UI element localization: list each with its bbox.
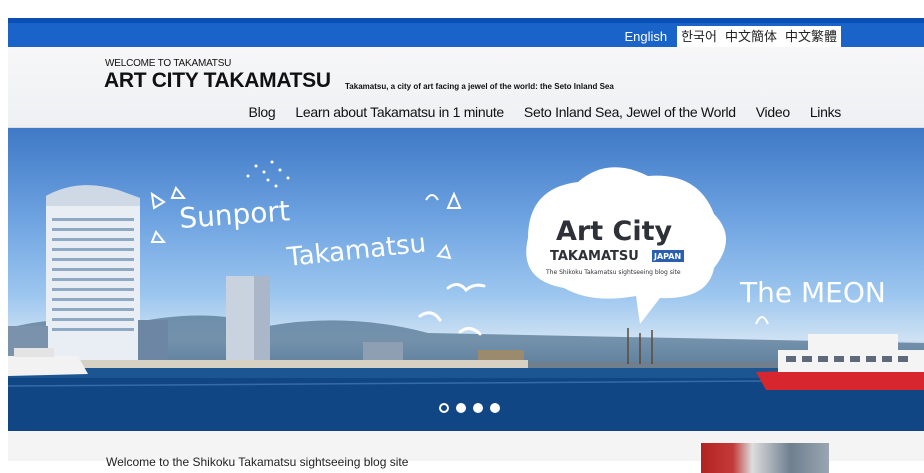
slide-dot-2[interactable]	[456, 403, 466, 413]
language-bar: English 한국어 中文簡体 中文繁體	[8, 18, 924, 48]
nav-video[interactable]: Video	[756, 104, 790, 120]
logo-subtitle: The Shikoku Takamatsu sightseeing blog s…	[545, 269, 681, 276]
main-nav: Blog Learn about Takamatsu in 1 minute S…	[229, 104, 842, 120]
nav-seto-inland-sea[interactable]: Seto Inland Sea, Jewel of the World	[524, 104, 736, 120]
nav-links[interactable]: Links	[810, 104, 841, 120]
hero-takamatsu-text: Takamatsu	[285, 229, 428, 274]
lang-chinese-simplified[interactable]: 中文簡体	[720, 26, 781, 48]
hero-image: Sunport Takamatsu Art City TAKAMATSU JAP…	[8, 160, 924, 431]
site-title[interactable]: ART CITY TAKAMATSU	[104, 69, 331, 93]
slider-dots	[439, 403, 500, 413]
nav-blog[interactable]: Blog	[249, 104, 276, 120]
slide-dot-1[interactable]	[439, 403, 449, 413]
intro-text: Welcome to the Shikoku Takamatsu sightse…	[106, 455, 409, 469]
hero-sunport-text: Sunport	[178, 194, 291, 235]
slide-dot-4[interactable]	[490, 403, 500, 413]
language-list: English 한국어 中文簡体 中文繁體	[617, 26, 841, 48]
lang-english[interactable]: English	[617, 26, 675, 48]
lang-korean[interactable]: 한국어	[677, 26, 721, 48]
slide-dot-3[interactable]	[473, 403, 483, 413]
site-header: WELCOME TO TAKAMATSU ART CITY TAKAMATSU …	[8, 47, 924, 128]
side-banner-image[interactable]	[701, 443, 829, 473]
hero-meon-text: The MEON	[739, 276, 886, 309]
logo-art-city: Art City	[556, 216, 672, 247]
logo-takamatsu: TAKAMATSU	[550, 249, 639, 264]
content-area: Welcome to the Shikoku Takamatsu sightse…	[8, 431, 924, 473]
top-strip	[0, 0, 924, 18]
logo-japan-badge: JAPAN	[653, 252, 681, 261]
hero-slider[interactable]: Sunport Takamatsu Art City TAKAMATSU JAP…	[8, 128, 924, 431]
welcome-text: WELCOME TO TAKAMATSU	[105, 58, 232, 69]
lang-chinese-traditional[interactable]: 中文繁體	[780, 26, 841, 48]
nav-learn-takamatsu[interactable]: Learn about Takamatsu in 1 minute	[295, 104, 504, 120]
site-tagline: Takamatsu, a city of art facing a jewel …	[345, 82, 614, 91]
